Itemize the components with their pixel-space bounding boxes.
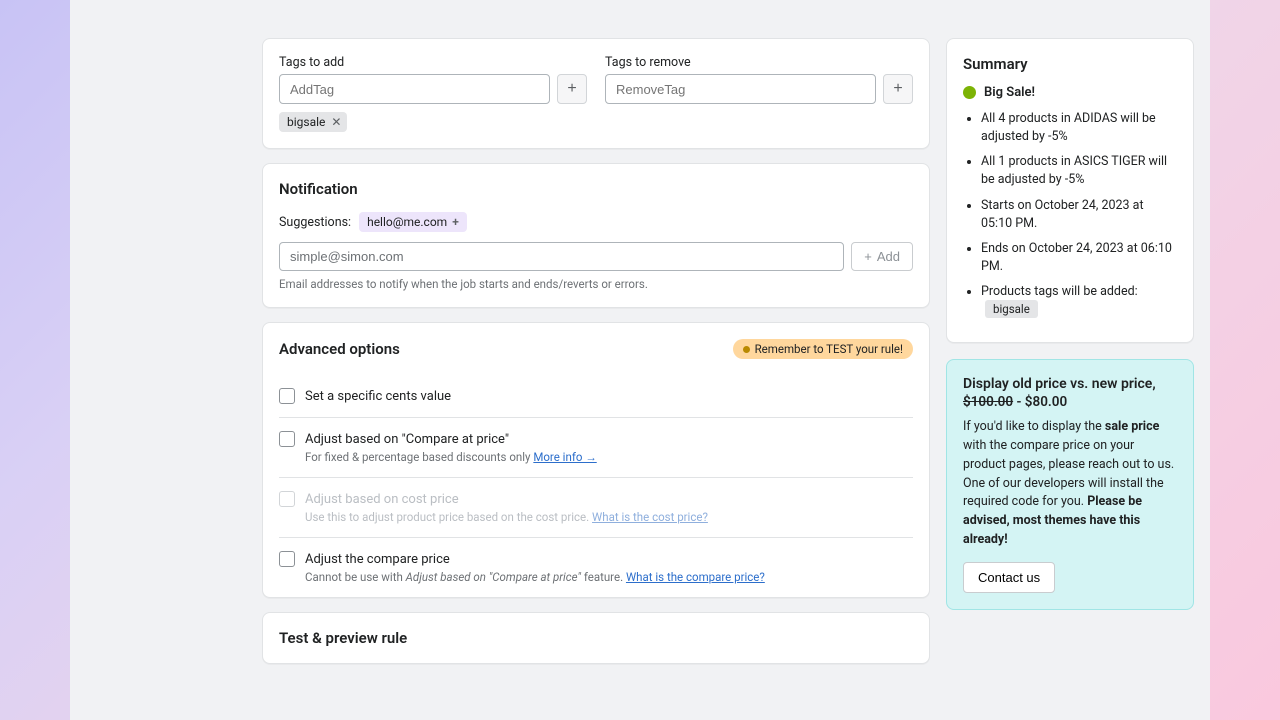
notification-title: Notification (279, 180, 913, 198)
tags-add-plus-button[interactable]: + (557, 74, 587, 104)
suggestion-email: hello@me.com (367, 215, 447, 229)
test-title: Test & preview rule (279, 629, 913, 647)
opt4-sub-b: feature. (584, 570, 626, 584)
opt1-checkbox[interactable] (279, 388, 295, 404)
opt2-link[interactable]: More info → (533, 450, 596, 464)
warning-dot-icon (743, 346, 750, 353)
summary-item-tag: Products tags will be added: bigsale (981, 283, 1177, 319)
opt4-link[interactable]: What is the compare price? (626, 570, 765, 584)
suggestion-add-icon[interactable]: + (452, 215, 459, 229)
add-btn-label: Add (877, 249, 900, 264)
tag-chip-label: bigsale (287, 115, 325, 129)
summary-item: Starts on October 24, 2023 at 05:10 PM. (981, 197, 1177, 233)
summary-title: Summary (963, 55, 1177, 73)
info-body-1: If you'd like to display the (963, 419, 1105, 434)
opt4-sub-i: Adjust based on "Compare at price" (406, 570, 581, 584)
old-price: $100.00 (963, 394, 1013, 410)
summary-item: All 1 products in ASICS TIGER will be ad… (981, 153, 1177, 189)
tags-remove-label: Tags to remove (605, 55, 913, 70)
notification-email-input[interactable] (279, 242, 844, 271)
new-price: $80.00 (1025, 394, 1067, 410)
tags-remove-input[interactable] (605, 74, 876, 104)
plus-icon: + (864, 249, 872, 264)
opt3-checkbox (279, 491, 295, 507)
suggestion-pill[interactable]: hello@me.com + (359, 212, 467, 232)
opt4-checkbox[interactable] (279, 551, 295, 567)
notification-help: Email addresses to notify when the job s… (279, 277, 913, 291)
opt3-link[interactable]: What is the cost price? (592, 510, 708, 524)
test-card: Test & preview rule (262, 612, 930, 664)
summary-list: All 4 products in ADIDAS will be adjuste… (963, 110, 1177, 319)
advanced-title: Advanced options (279, 340, 400, 358)
notification-card: Notification Suggestions: hello@me.com +… (262, 163, 930, 308)
opt2-checkbox[interactable] (279, 431, 295, 447)
info-title: Display old price vs. new price, (963, 376, 1177, 392)
info-card: Display old price vs. new price, $100.00… (946, 359, 1194, 609)
contact-us-button[interactable]: Contact us (963, 562, 1055, 593)
advanced-card: Advanced options Remember to TEST your r… (262, 322, 930, 598)
notification-add-button[interactable]: + Add (851, 242, 913, 271)
opt4-label: Adjust the compare price (305, 552, 450, 567)
suggestions-label: Suggestions: (279, 215, 351, 230)
opt1-label: Set a specific cents value (305, 389, 451, 404)
summary-tag-chip: bigsale (985, 300, 1038, 318)
summary-tagline: Products tags will be added: (981, 284, 1138, 299)
opt4-sub-a: Cannot be use with (305, 570, 406, 584)
remember-text: Remember to TEST your rule! (755, 342, 903, 356)
summary-rule-name: Big Sale! (984, 85, 1035, 100)
remember-pill: Remember to TEST your rule! (733, 339, 913, 359)
info-body-2: with the compare price on your product p… (963, 438, 1174, 509)
summary-item: Ends on October 24, 2023 at 06:10 PM. (981, 240, 1177, 276)
tags-remove-plus-button[interactable]: + (883, 74, 913, 104)
tags-add-label: Tags to add (279, 55, 587, 70)
opt3-label: Adjust based on cost price (305, 492, 459, 507)
opt2-sub: For fixed & percentage based discounts o… (305, 450, 533, 464)
summary-item: All 4 products in ADIDAS will be adjuste… (981, 110, 1177, 146)
info-bold-1: sale price (1105, 419, 1159, 434)
tags-add-input[interactable] (279, 74, 550, 104)
tag-chip-remove-icon[interactable]: ✕ (331, 115, 341, 129)
opt2-label: Adjust based on "Compare at price" (305, 432, 509, 447)
opt3-sub: Use this to adjust product price based o… (305, 510, 592, 524)
tags-card: Tags to add + bigsale ✕ Tags to remove + (262, 38, 930, 149)
summary-card: Summary Big Sale! All 4 products in ADID… (946, 38, 1194, 343)
status-dot-icon (963, 86, 976, 99)
tag-chip: bigsale ✕ (279, 112, 347, 132)
